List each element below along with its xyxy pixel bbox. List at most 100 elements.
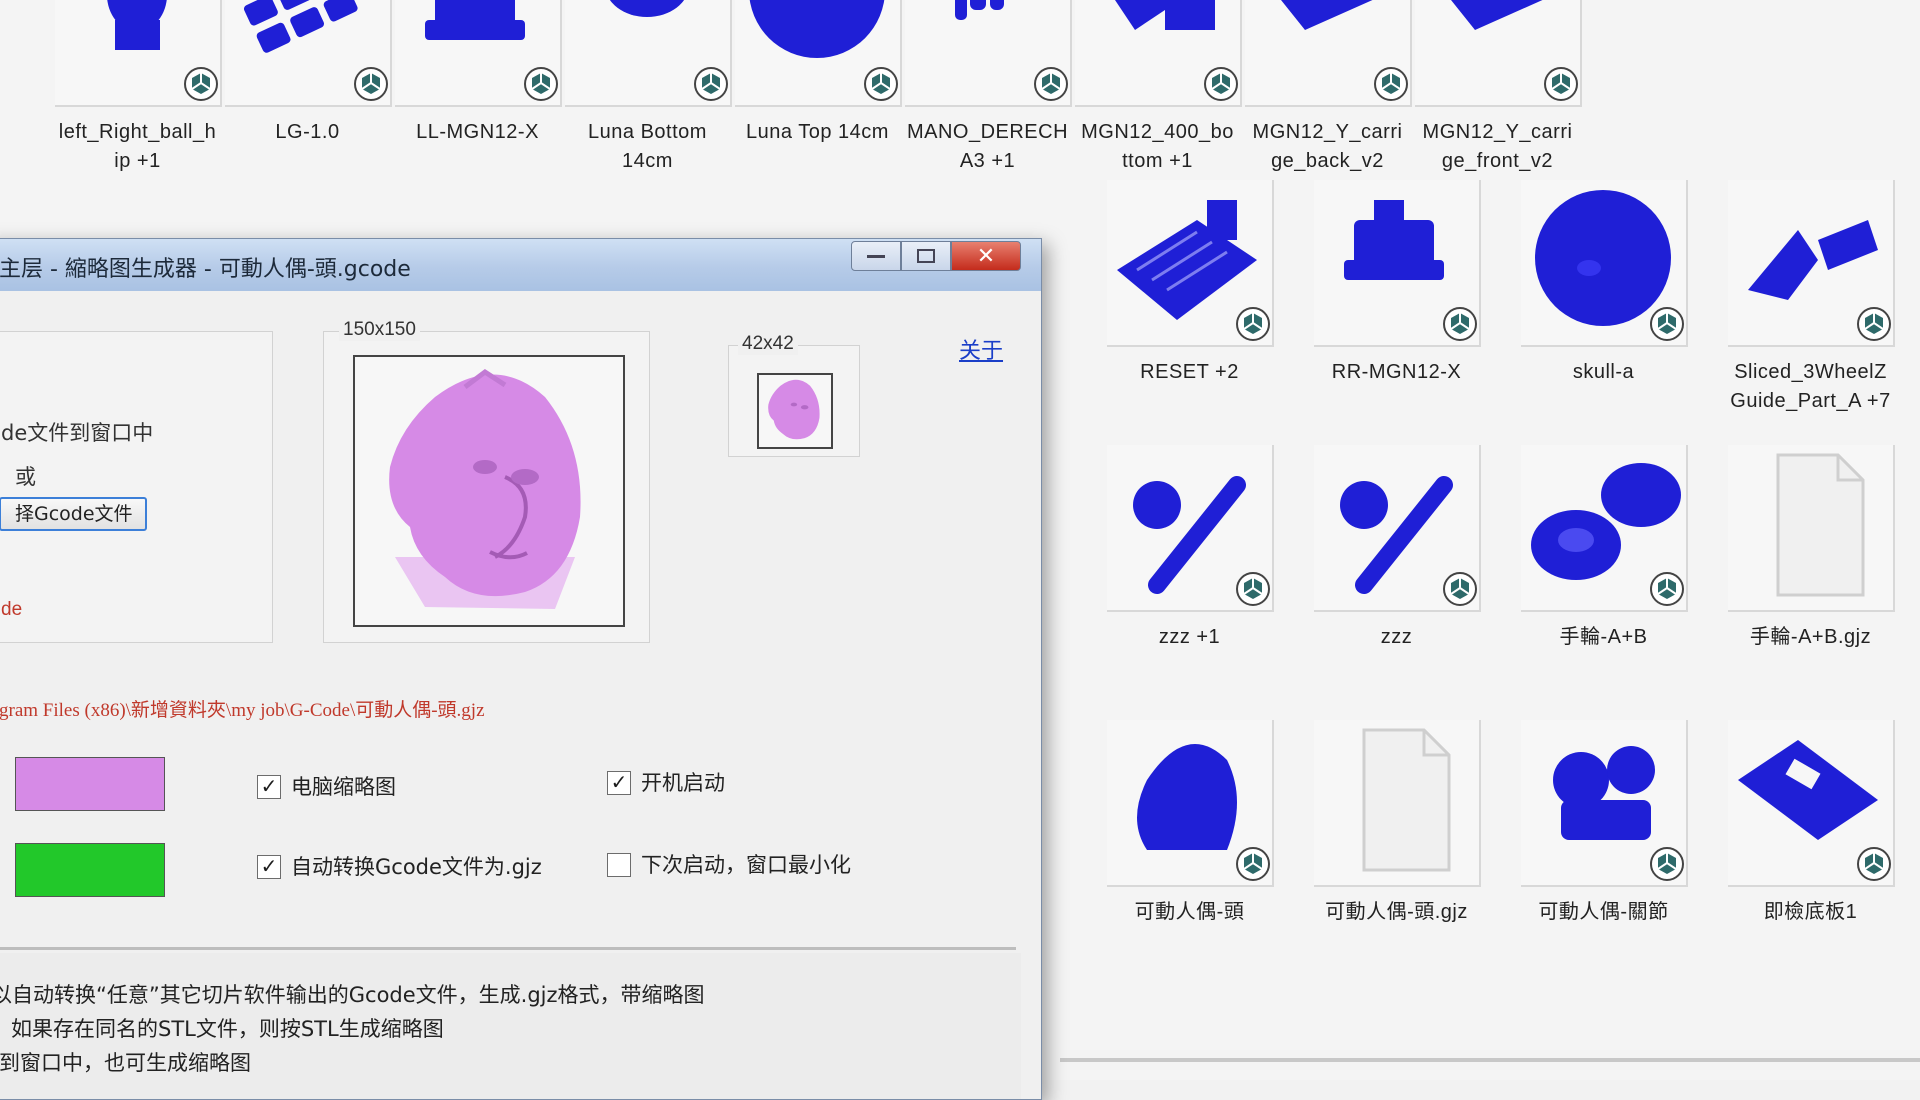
about-link[interactable]: 关于 <box>959 333 1003 365</box>
minimize-icon <box>867 255 885 258</box>
file-name: zzz +1 <box>1158 626 1221 648</box>
file-tile[interactable]: zzz +1 <box>1092 445 1287 685</box>
cura-badge-icon <box>1236 572 1270 606</box>
startup-checkbox[interactable]: ✓ <box>607 771 631 795</box>
file-thumbnail <box>1415 0 1582 107</box>
explorer-scrollbar-edge <box>1060 1058 1920 1062</box>
file-tile[interactable]: RR-MGN12-X <box>1299 180 1494 420</box>
file-thumbnail <box>1107 180 1274 347</box>
cura-badge-icon <box>1236 847 1270 881</box>
left-red-text: de <box>1 599 23 620</box>
file-name: 手輪-A+B <box>1559 626 1648 648</box>
file-name: zzz <box>1380 626 1413 648</box>
file-thumbnail <box>1107 720 1274 887</box>
file-name: Luna Top 14cm <box>746 121 889 143</box>
file-tile[interactable]: 可動人偶-關節 <box>1506 720 1701 960</box>
file-tile[interactable]: 手輪-A+B <box>1506 445 1701 685</box>
startup-label: 开机启动 <box>641 771 725 795</box>
file-thumbnail <box>905 0 1072 107</box>
file-thumbnail <box>735 0 902 107</box>
file-thumbnail <box>1521 180 1688 347</box>
head-thumbnail-small <box>768 379 820 440</box>
info-line-1: 以自动转换“任意”其它切片软件输出的Gcode文件，生成.gjz格式，带缩略图 <box>0 983 705 1007</box>
file-thumbnail <box>225 0 392 107</box>
file-thumbnail <box>1314 180 1481 347</box>
start-minimized-label: 下次启动，窗口最小化 <box>641 853 851 877</box>
file-thumbnail <box>1314 720 1481 887</box>
file-name: RESET +2 <box>1140 361 1239 383</box>
file-name: LG-1.0 <box>275 121 340 143</box>
file-name: 可動人偶-關節 <box>1538 901 1669 923</box>
thumbnail-color-swatch[interactable] <box>15 757 165 811</box>
file-name: 可動人偶-頭.gjz <box>1325 901 1468 923</box>
title-bar[interactable]: 主层 - 縮略图生成器 - 可動人偶-頭.gcode ✕ <box>0 239 1041 292</box>
file-tile[interactable]: Luna Top 14cm <box>720 0 915 180</box>
file-name: 即檢底板1 <box>1763 901 1858 923</box>
cura-badge-icon <box>1857 307 1891 341</box>
file-tile[interactable]: Sliced_3WheelZ Guide_Part_A +7 <box>1713 180 1908 420</box>
cura-badge-icon <box>1544 67 1578 101</box>
file-tile[interactable]: skull-a <box>1506 180 1701 420</box>
maximize-icon <box>917 249 935 263</box>
file-thumbnail <box>565 0 732 107</box>
file-thumbnail <box>1521 445 1688 612</box>
file-thumbnail <box>1728 180 1895 347</box>
file-thumbnail <box>1107 445 1274 612</box>
file-tile[interactable]: 即檢底板1 <box>1713 720 1908 960</box>
blank-file-icon <box>1776 453 1865 597</box>
file-tile[interactable]: MANO_DERECH A3 +1 <box>890 0 1085 180</box>
info-line-3: 到窗口中，也可生成缩略图 <box>0 1051 251 1075</box>
file-tile[interactable]: LG-1.0 <box>210 0 405 180</box>
secondary-color-swatch[interactable] <box>15 843 165 897</box>
size-150-label: 150x150 <box>339 319 420 341</box>
file-name: MANO_DERECH A3 +1 <box>906 121 1069 172</box>
preview-150-image <box>353 355 625 627</box>
file-name: MGN12_400_bo ttom +1 <box>1081 121 1234 172</box>
file-tile[interactable]: 手輪-A+B.gjz <box>1713 445 1908 685</box>
blank-file-icon <box>1362 728 1451 872</box>
select-gcode-button[interactable]: 择Gcode文件 <box>0 497 147 531</box>
file-tile[interactable]: Luna Bottom 14cm <box>550 0 745 180</box>
section-divider <box>0 947 1016 950</box>
file-tile[interactable]: zzz <box>1299 445 1494 685</box>
window-client-area: de文件到窗口中 或 择Gcode文件 de 150x150 42x42 关于 … <box>0 291 1041 1099</box>
explorer-thumbnail-checkbox[interactable]: ✓ <box>257 775 281 799</box>
file-tile[interactable]: MGN12_Y_carri ge_front_v2 <box>1400 0 1595 180</box>
file-name: skull-a <box>1572 361 1635 383</box>
file-name: Luna Bottom 14cm <box>588 121 707 172</box>
maximize-button[interactable] <box>901 241 951 271</box>
minimize-button[interactable] <box>851 241 901 271</box>
size-42-label: 42x42 <box>738 333 798 355</box>
file-tile[interactable]: RESET +2 <box>1092 180 1287 420</box>
file-name: MGN12_Y_carri ge_back_v2 <box>1252 121 1403 172</box>
file-tile[interactable]: left_Right_ball_h ip +1 <box>40 0 235 180</box>
file-thumbnail <box>1075 0 1242 107</box>
preview-42-image <box>757 373 833 449</box>
head-thumbnail-large <box>389 368 581 609</box>
file-thumbnail <box>1521 720 1688 887</box>
file-name: 可動人偶-頭 <box>1134 901 1245 923</box>
close-button[interactable]: ✕ <box>951 241 1021 271</box>
file-name: 手輪-A+B.gjz <box>1749 626 1872 648</box>
file-tile[interactable]: MGN12_400_bo ttom +1 <box>1060 0 1255 180</box>
file-name: left_Right_ball_h ip +1 <box>58 121 217 172</box>
window-title: 主层 - 縮略图生成器 - 可動人偶-頭.gcode <box>0 257 411 282</box>
file-tile[interactable]: 可動人偶-頭 <box>1092 720 1287 960</box>
close-icon: ✕ <box>976 243 996 269</box>
cura-badge-icon <box>1443 572 1477 606</box>
file-tile[interactable]: MGN12_Y_carri ge_back_v2 <box>1230 0 1425 180</box>
file-tile[interactable]: LL-MGN12-X <box>380 0 575 180</box>
thumbnail-generator-window: 主层 - 縮略图生成器 - 可動人偶-頭.gcode ✕ de文件到窗口中 或 … <box>0 238 1042 1100</box>
start-minimized-checkbox[interactable] <box>607 853 631 877</box>
explorer-thumbnail-label: 电脑缩略图 <box>291 775 396 799</box>
info-panel: 以自动转换“任意”其它切片软件输出的Gcode文件，生成.gjz格式，带缩略图 … <box>0 953 1021 1099</box>
file-name: MGN12_Y_carri ge_front_v2 <box>1422 121 1573 172</box>
cura-badge-icon <box>1857 847 1891 881</box>
file-thumbnail <box>55 0 222 107</box>
file-thumbnail <box>1728 445 1895 612</box>
file-name: LL-MGN12-X <box>416 121 539 143</box>
drop-zone-panel[interactable] <box>0 331 273 643</box>
file-tile[interactable]: 可動人偶-頭.gjz <box>1299 720 1494 960</box>
auto-convert-checkbox[interactable]: ✓ <box>257 855 281 879</box>
info-line-2: 如果存在同名的STL文件，则按STL生成缩略图 <box>11 1017 444 1041</box>
